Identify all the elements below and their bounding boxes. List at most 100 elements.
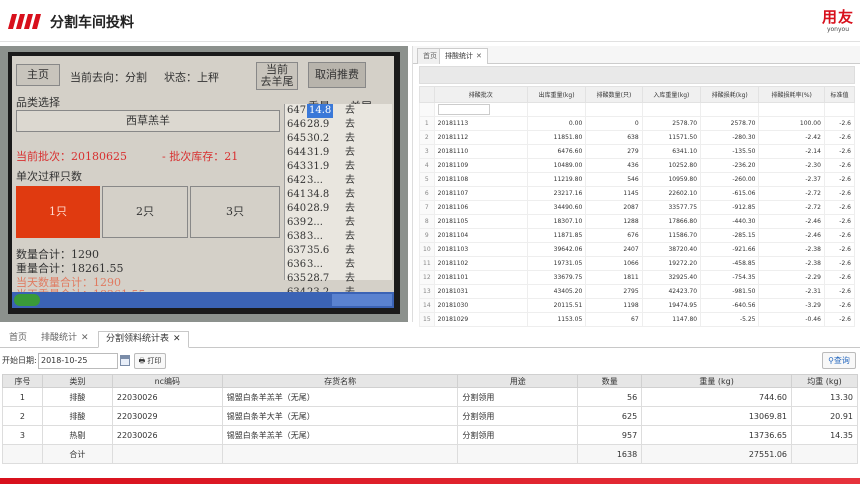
current-tail-button[interactable]: 当前 去羊尾 xyxy=(256,62,298,90)
table-row[interactable]: 11 20181102 19731.05 1066 19272.20 -458.85 -2.… xyxy=(419,256,856,271)
table-cell: 1153.05 xyxy=(526,312,587,327)
table-cell: -2.6 xyxy=(823,256,856,271)
acid-column-header[interactable]: 入库重量(kg) xyxy=(641,86,702,103)
table-cell: -2.6 xyxy=(823,200,856,215)
tab-acid-stats[interactable]: 排酸统计 ✕ xyxy=(439,48,488,64)
start-button-icon[interactable] xyxy=(14,294,40,306)
row-index: 13 xyxy=(419,284,435,299)
count-option-3[interactable]: 3只 xyxy=(190,186,280,238)
close-icon[interactable]: ✕ xyxy=(173,334,181,344)
weight-no: 641 xyxy=(287,189,307,200)
search-button[interactable]: ⚲查询 xyxy=(822,352,856,369)
material-column-header[interactable]: nc编码 xyxy=(111,374,223,388)
acid-column-header[interactable]: 出库重量(kg) xyxy=(526,86,587,103)
weight-row[interactable]: 644 31.9 去 xyxy=(285,146,392,160)
table-row[interactable]: 6 20181107 23217.16 1145 22602.10 -615.06 -2.7… xyxy=(419,186,856,201)
table-row[interactable]: 7 20181106 34490.60 2087 33577.75 -912.85 -2.7… xyxy=(419,200,856,215)
table-cell: 20181031 xyxy=(433,284,528,299)
table-cell: 20181108 xyxy=(433,172,528,187)
table-cell: 20181109 xyxy=(433,158,528,173)
weight-row[interactable]: 638 3... 去 xyxy=(285,230,392,244)
weight-tail: 去 xyxy=(345,175,355,186)
row-index: 5 xyxy=(419,172,435,187)
table-row[interactable]: 3 热剔 22030026 锡盟白条羊羔羊（无尾） 分割领用 957 13736.65 14.… xyxy=(2,425,858,445)
material-column-header[interactable]: 均重 (kg) xyxy=(791,374,858,388)
material-column-header[interactable]: 数量 xyxy=(577,374,643,388)
table-cell: -921.66 xyxy=(700,242,760,257)
table-cell: -2.37 xyxy=(758,172,825,187)
material-column-header[interactable]: 类别 xyxy=(41,374,113,388)
acid-stats-panel: 首页 排酸统计 ✕ 排酸批次 出库重量(kg) 排酸数量(只) 入库重量(kg) 排酸损耗… xyxy=(412,46,860,327)
table-cell: 436 xyxy=(585,158,643,173)
print-button[interactable]: 🖶 打印 xyxy=(134,353,166,369)
table-row[interactable]: 9 20181104 11871.85 676 11586.70 -285.15 -2.46… xyxy=(419,228,856,243)
weight-row[interactable]: 639 2... 去 xyxy=(285,216,392,230)
category-select[interactable]: 西草羔羊 xyxy=(16,110,280,132)
weight-tail: 去 xyxy=(345,259,355,270)
table-cell: 20181104 xyxy=(433,228,528,243)
weight-row[interactable]: 640 28.9 去 xyxy=(285,202,392,216)
acid-column-header[interactable]: 标准值 xyxy=(823,86,856,103)
acid-column-header[interactable]: 排酸数量(只) xyxy=(585,86,643,103)
table-row[interactable]: 5 20181108 11219.80 546 10959.80 -260.00 -2.37… xyxy=(419,172,856,187)
close-icon[interactable]: ✕ xyxy=(81,333,89,343)
acid-column-header[interactable]: 排酸损耗(kg) xyxy=(700,86,760,103)
material-report-panel: 首页 排酸统计 ✕ 分割领料统计表 ✕ 开始日期: 2018-10-25 🖶 打印 … xyxy=(0,328,860,476)
table-row[interactable]: 2 20181112 11851.80 638 11571.50 -280.30 -2.42… xyxy=(419,130,856,145)
material-column-header[interactable]: 存货名称 xyxy=(221,374,459,388)
weight-row[interactable]: 643 31.9 去 xyxy=(285,160,392,174)
count-option-1[interactable]: 1只 xyxy=(16,186,100,238)
table-cell: 2578.70 xyxy=(700,116,760,131)
table-row[interactable]: 12 20181101 33679.75 1811 32925.40 -754.35 -2.… xyxy=(419,270,856,285)
table-cell: 56 xyxy=(577,387,643,407)
count-option-2[interactable]: 2只 xyxy=(102,186,188,238)
home-button[interactable]: 主页 xyxy=(16,64,60,86)
close-icon[interactable]: ✕ xyxy=(476,52,482,60)
bottom-tab-material-report[interactable]: 分割领料统计表 ✕ xyxy=(98,331,189,348)
filter-bar: 开始日期: 2018-10-25 🖶 打印 ⚲查询 xyxy=(0,350,860,372)
table-cell: -135.50 xyxy=(700,144,760,159)
weight-row[interactable]: 647 14.8 去 xyxy=(285,104,392,118)
logo-subtext: yonyou xyxy=(826,26,850,33)
weight-list[interactable]: 647 14.8 去 646 28.9 去 645 30.2 去 644 31.9 去 643 31.9 去… xyxy=(284,104,392,298)
material-column-header[interactable]: 序号 xyxy=(2,374,43,388)
table-cell: 3 xyxy=(2,425,43,445)
weight-tail: 去 xyxy=(345,161,355,172)
table-row[interactable]: 4 20181109 10489.00 436 10252.80 -236.20 -2.30… xyxy=(419,158,856,173)
acid-batch-filter-input[interactable] xyxy=(437,104,490,115)
bottom-tab-home[interactable]: 首页 xyxy=(2,331,34,348)
table-row[interactable]: 8 20181105 18307.10 1288 17866.80 -440.30 -2.4… xyxy=(419,214,856,229)
weight-no: 635 xyxy=(287,273,307,284)
row-index: 3 xyxy=(419,144,435,159)
table-row[interactable]: 10 20181103 39642.06 2407 38720.40 -921.66 -2.… xyxy=(419,242,856,257)
table-row[interactable]: 1 20181113 0.00 0 2578.70 2578.70 100.00 -2.6 xyxy=(419,116,856,131)
table-row[interactable]: 13 20181031 43405.20 2795 42423.70 -981.50 -2.… xyxy=(419,284,856,299)
material-column-header[interactable]: 重量 (kg) xyxy=(641,374,792,388)
acid-column-header[interactable]: 排酸批次 xyxy=(433,86,528,103)
acid-column-header[interactable]: 排酸损耗率(%) xyxy=(758,86,825,103)
bottom-tab-acid-stats[interactable]: 排酸统计 ✕ xyxy=(34,331,96,348)
table-row[interactable]: 14 20181030 20115.51 1198 19474.95 -640.56 -3.… xyxy=(419,298,856,313)
weight-row[interactable]: 642 3... 去 xyxy=(285,174,392,188)
weight-row[interactable]: 637 35.6 去 xyxy=(285,244,392,258)
table-cell: 10959.80 xyxy=(641,172,702,187)
row-index: 11 xyxy=(419,256,435,271)
start-date-input[interactable]: 2018-10-25 xyxy=(38,353,118,369)
cancel-button[interactable]: 取消推费 xyxy=(308,62,366,88)
calendar-icon[interactable] xyxy=(120,355,130,366)
weight-row[interactable]: 641 34.8 去 xyxy=(285,188,392,202)
table-row[interactable]: 1 排酸 22030026 锡盟白条羊羔羊（无尾） 分割领用 56 744.60 13.30 xyxy=(2,387,858,407)
weight-row[interactable]: 635 28.7 去 xyxy=(285,272,392,286)
weight-row[interactable]: 636 3... 去 xyxy=(285,258,392,272)
table-row[interactable]: 3 20181110 6476.60 279 6341.10 -135.50 -2.14 -2… xyxy=(419,144,856,159)
table-cell: -285.15 xyxy=(700,228,760,243)
header-divider xyxy=(0,41,860,42)
weight-row[interactable]: 646 28.9 去 xyxy=(285,118,392,132)
table-cell: 20115.51 xyxy=(526,298,587,313)
material-column-header[interactable]: 用途 xyxy=(457,374,579,388)
table-row[interactable]: 2 排酸 22030029 锡盟白条羊大羊（无尾） 分割领用 625 13069.81 20.… xyxy=(2,406,858,426)
table-cell: 20181106 xyxy=(433,200,528,215)
table-row[interactable]: 15 20181029 1153.05 67 1147.80 -5.25 -0.46 -2.6 xyxy=(419,312,856,327)
weight-row[interactable]: 645 30.2 去 xyxy=(285,132,392,146)
table-cell: -2.72 xyxy=(758,186,825,201)
